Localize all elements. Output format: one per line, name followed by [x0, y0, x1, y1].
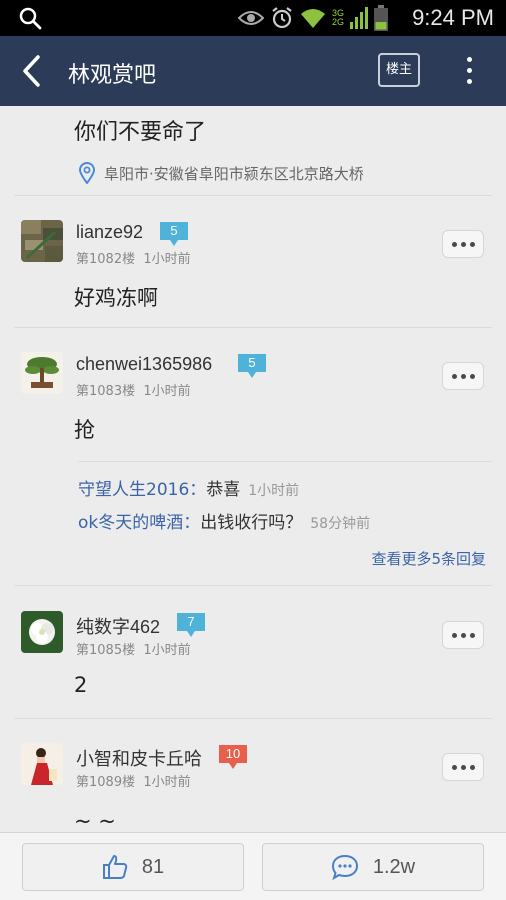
username[interactable]: 小智和皮卡丘哈: [76, 745, 202, 771]
floor-number: 第1083楼: [76, 384, 136, 399]
alarm-icon: [272, 7, 292, 29]
thumbs-up-icon: [102, 855, 128, 879]
level-badge: 5: [238, 354, 266, 378]
divider: [78, 461, 492, 462]
reply-time: 1小时前: [248, 483, 300, 499]
floor-meta: 第1082楼 1小时前: [76, 248, 191, 267]
comment-bubble-icon: [331, 854, 358, 880]
avatar[interactable]: [21, 220, 63, 262]
username[interactable]: 纯数字462: [76, 613, 160, 639]
divider: [14, 327, 492, 328]
post-more-button[interactable]: [442, 753, 484, 781]
network-type-bottom: 2G: [331, 17, 344, 27]
reply-item[interactable]: ok冬天的啤酒：出钱收行吗？ 58分钟前: [78, 508, 492, 533]
clock: 9:24 PM: [412, 5, 494, 30]
post-time: 1小时前: [143, 643, 191, 658]
reply-list: 守望人生2016：恭喜 1小时前 ok冬天的啤酒：出钱收行吗？ 58分钟前: [78, 475, 492, 541]
floor-number: 第1089楼: [76, 775, 136, 790]
reply-author[interactable]: 守望人生2016：: [78, 480, 206, 500]
post-time: 1小时前: [143, 252, 191, 267]
view-more-replies-link[interactable]: 查看更多5条回复: [371, 548, 486, 569]
location-pin-icon: [78, 162, 96, 184]
post-body: 你们不要命了: [74, 120, 207, 145]
location-text: 阜阳市·安徽省阜阳市颍东区北京路大桥: [104, 164, 364, 183]
owner-only-button[interactable]: 楼主: [378, 53, 420, 87]
reply-item[interactable]: 守望人生2016：恭喜 1小时前: [78, 475, 492, 500]
floor-number: 第1085楼: [76, 643, 136, 658]
floor-number: 第1082楼: [76, 252, 136, 267]
avatar[interactable]: [21, 352, 63, 394]
reply-time: 58分钟前: [310, 516, 371, 532]
post-body: ~ ~: [74, 809, 116, 832]
post-more-button[interactable]: [442, 621, 484, 649]
search-icon[interactable]: [18, 6, 42, 30]
back-arrow-icon[interactable]: [20, 54, 46, 88]
like-count: 81: [141, 855, 165, 878]
reply-text: 恭喜: [206, 480, 241, 500]
top-nav-bar: 林观赏吧 楼主: [0, 36, 506, 106]
bottom-action-bar: 81 1.2w: [0, 832, 506, 900]
post-body: 好鸡冻啊: [74, 286, 158, 310]
level-badge: 5: [160, 222, 188, 246]
comment-count: 1.2w: [372, 855, 416, 878]
post-time: 1小时前: [143, 775, 191, 790]
post-body: 抢: [74, 418, 95, 442]
wifi-icon: [300, 9, 325, 28]
avatar[interactable]: [21, 743, 63, 785]
avatar[interactable]: [21, 611, 63, 653]
level-badge: 7: [177, 613, 205, 637]
signal-icon: [350, 7, 368, 29]
floor-meta: 第1083楼 1小时前: [76, 380, 191, 399]
username[interactable]: lianze92: [76, 222, 143, 243]
username[interactable]: chenwei1365986: [76, 354, 212, 375]
post-body: 2: [74, 673, 88, 697]
divider: [14, 718, 492, 719]
battery-icon: [374, 5, 388, 31]
post-time: 1小时前: [143, 384, 191, 399]
more-menu-icon[interactable]: [460, 54, 478, 88]
like-button[interactable]: 81: [22, 843, 244, 891]
location-tag[interactable]: 阜阳市·安徽省阜阳市颍东区北京路大桥: [78, 162, 364, 184]
level-badge: 10: [219, 745, 247, 769]
floor-meta: 第1085楼 1小时前: [76, 639, 191, 658]
comment-button[interactable]: 1.2w: [262, 843, 484, 891]
floor-meta: 第1089楼 1小时前: [76, 771, 191, 790]
divider: [14, 195, 492, 196]
status-bar: 3G 2G 9:24 PM: [0, 0, 506, 36]
divider: [14, 585, 492, 586]
page-title: 林观赏吧: [68, 63, 157, 88]
eye-icon: [237, 11, 264, 25]
post-more-button[interactable]: [442, 362, 484, 390]
reply-text: 出钱收行吗？: [200, 513, 303, 533]
post-more-button[interactable]: [442, 230, 484, 258]
reply-author[interactable]: ok冬天的啤酒：: [78, 513, 200, 533]
thread-content[interactable]: 你们不要命了 阜阳市·安徽省阜阳市颍东区北京路大桥 lianze92 5 第10…: [0, 106, 506, 832]
